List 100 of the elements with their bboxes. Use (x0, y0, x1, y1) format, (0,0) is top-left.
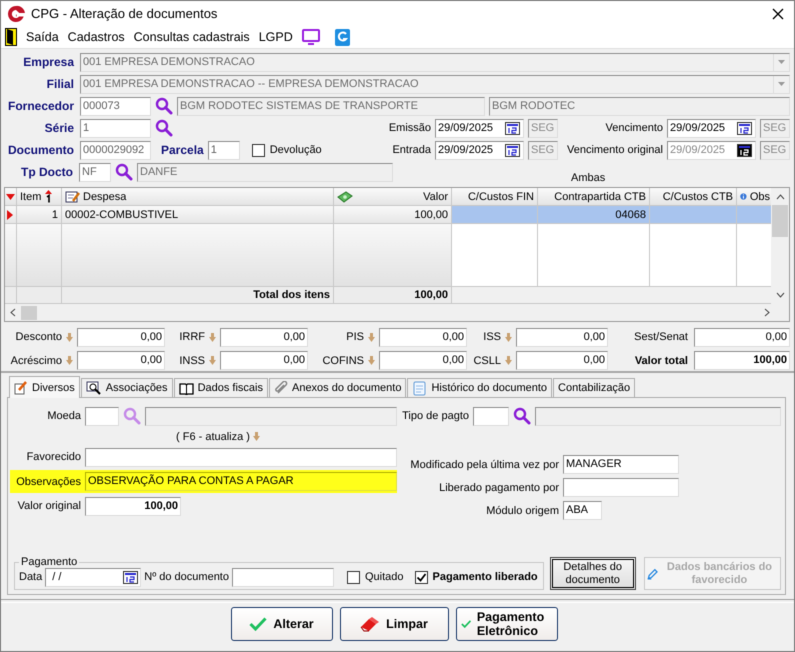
monitor-icon[interactable] (302, 29, 320, 45)
scroll-up-icon[interactable] (776, 194, 785, 200)
search-icon[interactable] (155, 119, 173, 137)
field-label: Filial (46, 77, 74, 91)
checkbox-label: Quitado (364, 571, 404, 583)
arrow-down-icon[interactable] (66, 356, 73, 366)
app-logo-icon[interactable] (334, 28, 350, 46)
calendar-icon[interactable] (123, 570, 138, 584)
date-field[interactable]: / / (45, 568, 142, 586)
currency-field[interactable] (85, 406, 119, 426)
arrow-down-icon[interactable] (505, 356, 512, 366)
tab[interactable]: Diversos (9, 376, 80, 398)
checkbox[interactable] (346, 570, 360, 584)
arrow-down-icon[interactable] (252, 432, 260, 441)
action-button[interactable]: Limpar (340, 607, 448, 641)
arrow-down-icon[interactable] (209, 356, 216, 366)
amount-field[interactable]: 0,00 (220, 328, 308, 347)
column-header[interactable]: Obs (737, 188, 772, 206)
menu-item[interactable]: LGPD (258, 30, 293, 44)
current-row-icon (7, 210, 13, 220)
column-header[interactable]: Despesa (62, 188, 334, 206)
tab[interactable]: Dados fiscais (174, 378, 268, 397)
weekday-field: SEG (528, 118, 558, 138)
tab[interactable]: Contabilização (553, 378, 636, 397)
arrow-down-icon[interactable] (209, 332, 216, 342)
action-button[interactable]: Pagamento Eletrônico (456, 607, 558, 641)
amount-field[interactable]: 0,00 (516, 351, 608, 370)
branch-combo[interactable]: 001 EMPRESA DEMONSTRACAO -- EMPRESA DEMONSTRACAO (80, 74, 790, 94)
arrow-down-icon[interactable] (66, 332, 73, 342)
exit-door-icon[interactable] (5, 28, 17, 46)
search-icon[interactable] (155, 97, 173, 115)
weekday-field: SEG (760, 118, 790, 138)
total-value: 100,00 (334, 287, 452, 304)
field-label: INSS (178, 354, 205, 367)
company-combo[interactable]: 001 EMPRESA DEMONSTRACAO (80, 52, 790, 72)
scroll-thumb[interactable] (772, 205, 788, 237)
column-header[interactable]: Item (17, 188, 62, 206)
field-label: COFINS (321, 354, 364, 367)
weekday-field: SEG (760, 140, 790, 160)
column-header[interactable]: Contrapartida CTB (538, 188, 650, 206)
document-number-field[interactable]: 0000029092 (80, 140, 151, 160)
sort-icon[interactable] (44, 190, 54, 203)
date-field[interactable]: 29/09/2025 (435, 118, 524, 138)
payee-field[interactable] (85, 448, 397, 466)
action-button[interactable]: Alterar (230, 607, 332, 641)
tab[interactable]: Anexos do documento (268, 378, 406, 397)
sort-arrow-icon[interactable] (6, 194, 15, 200)
tab[interactable]: Histórico do documento (407, 378, 552, 397)
action-button[interactable]: Detalhes do documento (550, 557, 636, 590)
payment-document-field[interactable] (232, 568, 334, 586)
payment-type-field[interactable] (473, 406, 509, 426)
column-header[interactable]: Valor (334, 188, 452, 206)
arrow-down-icon[interactable] (368, 356, 375, 366)
original-amount-field[interactable]: 100,00 (85, 496, 181, 516)
origin-module-field[interactable]: ABA (563, 501, 602, 520)
menu-item[interactable]: Cadastros (68, 30, 125, 44)
calendar-icon[interactable] (737, 122, 752, 134)
column-header[interactable]: C/Custos FIN (452, 188, 538, 206)
scroll-left-icon[interactable] (10, 308, 16, 317)
modified-by-field[interactable]: MANAGER (563, 455, 679, 474)
column-header[interactable]: C/Custos CTB (650, 188, 737, 206)
notes-field[interactable]: OBSERVAÇÃO PARA CONTAS A PAGAR (85, 472, 397, 491)
amount-field[interactable]: 0,00 (379, 328, 467, 347)
date-field[interactable]: 29/09/2025 (667, 118, 756, 138)
series-field[interactable]: 1 (80, 118, 151, 138)
field-label: Data (19, 571, 42, 583)
calendar-icon[interactable] (505, 144, 520, 156)
amount-field[interactable]: 0,00 (379, 351, 467, 370)
combo-value: 001 EMPRESA DEMONSTRACAO -- EMPRESA DEMONSTRACAO (83, 76, 420, 92)
menu-item[interactable]: Consultas cadastrais (134, 30, 250, 44)
header-label: Despesa (83, 190, 126, 202)
supplier-code-field[interactable]: 000073 (80, 96, 151, 116)
arrow-down-icon[interactable] (368, 332, 375, 342)
scroll-right-icon[interactable] (764, 308, 770, 317)
released-by-field[interactable] (563, 478, 679, 497)
amount-field[interactable]: 100,00 (694, 351, 790, 370)
date-field[interactable]: 29/09/2025 (435, 140, 524, 160)
amount-field[interactable]: 0,00 (516, 328, 608, 347)
amount-field[interactable]: 0,00 (694, 328, 790, 347)
window-title: CPG - Alteração de documentos (31, 6, 218, 21)
checkbox[interactable] (252, 144, 265, 156)
field-label: Tipo de pagto (401, 410, 469, 422)
field-label: Valor original (16, 500, 81, 512)
installment-field[interactable]: 1 (208, 140, 240, 160)
scroll-down-icon[interactable] (776, 292, 785, 298)
amount-field[interactable]: 0,00 (77, 328, 165, 347)
field-label: Favorecido (26, 451, 81, 463)
search-icon[interactable] (513, 407, 531, 425)
amount-field[interactable]: 0,00 (77, 351, 165, 370)
checkbox[interactable] (414, 570, 428, 584)
tab[interactable]: Associações (80, 378, 173, 397)
amount-field[interactable]: 0,00 (220, 351, 308, 370)
menu-item[interactable]: Saída (26, 30, 59, 44)
close-icon[interactable] (772, 8, 784, 20)
arrow-down-icon[interactable] (505, 332, 512, 342)
document-type-field[interactable]: NF (79, 162, 111, 182)
field-label: Liberado pagamento por (438, 482, 559, 494)
scroll-thumb[interactable] (21, 306, 37, 320)
search-icon[interactable] (115, 163, 133, 181)
calendar-icon[interactable] (505, 122, 520, 134)
